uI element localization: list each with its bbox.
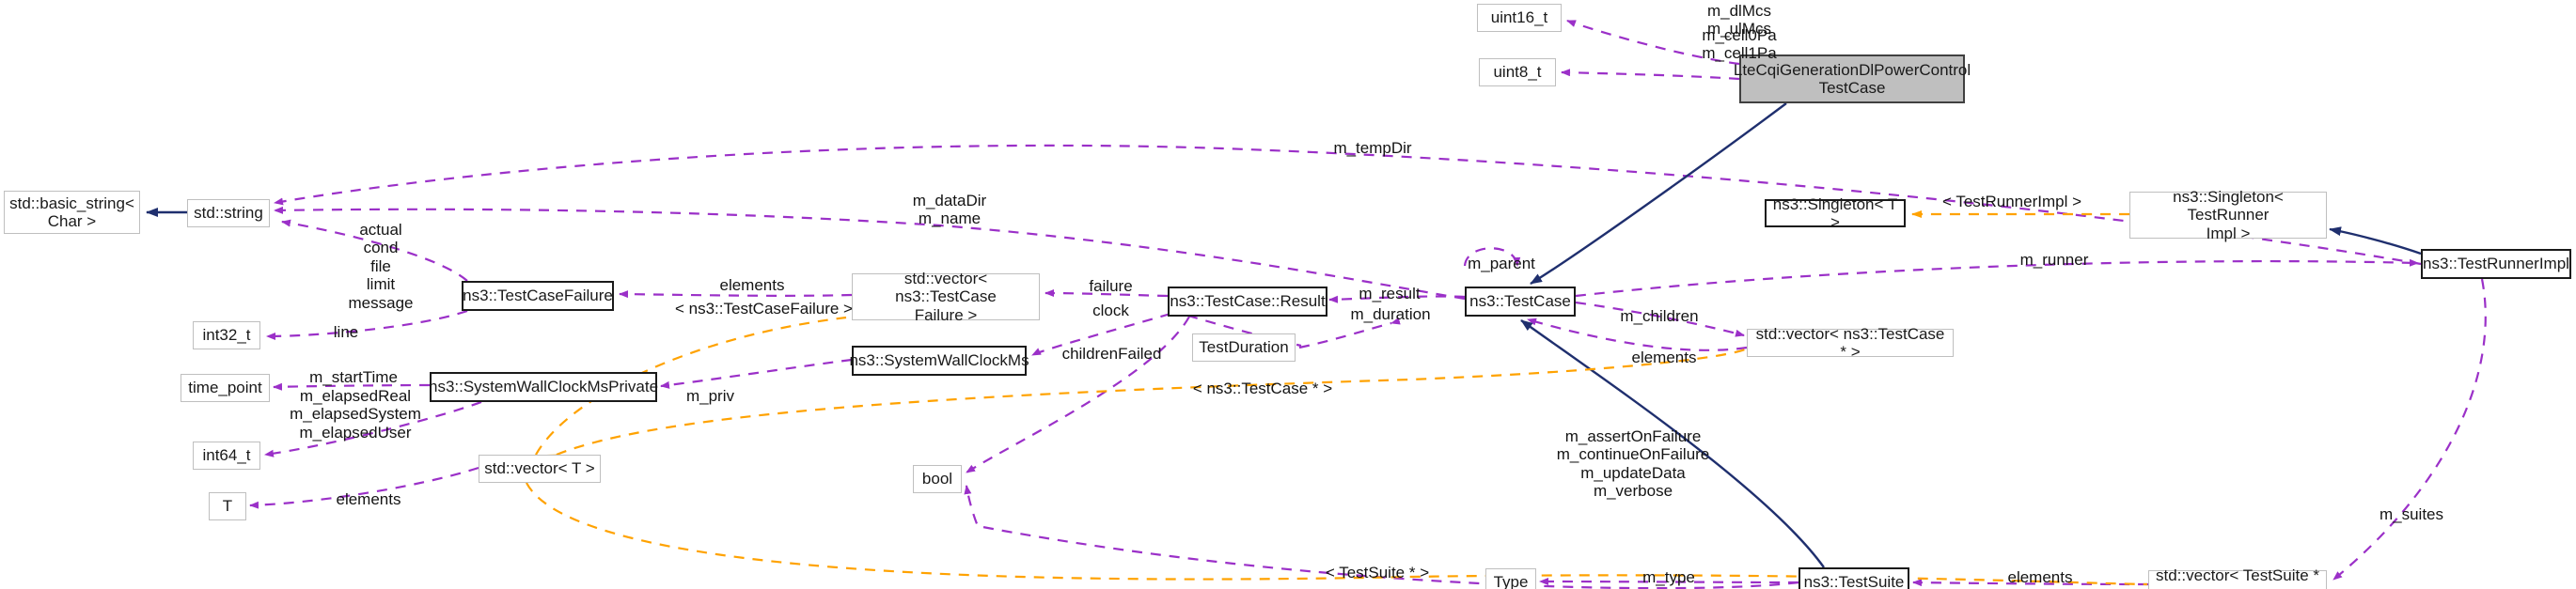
- node-ns3-testcase[interactable]: ns3::TestCase: [1465, 287, 1576, 317]
- edge-label-elements-testsuite-ptr: elements: [2007, 568, 2073, 586]
- edge-label-m-suites: m_suites: [2379, 505, 2444, 523]
- edge-label-elements-t: elements: [336, 490, 401, 508]
- edge-label-m-dlmcs: m_dlMcs m_ulMcs: [1706, 2, 1771, 39]
- node-int32-t[interactable]: int32_t: [193, 321, 260, 349]
- edge-label-elements-testcasefailure: elements: [719, 276, 785, 294]
- node-ns3-systemwallclockms[interactable]: ns3::SystemWallClockMs: [849, 346, 1029, 376]
- edge-label-m-parent: m_parent: [1468, 255, 1535, 272]
- node-int64-t[interactable]: int64_t: [193, 442, 260, 470]
- edge-label-ns3-testcasefailure-template: < ns3::TestCaseFailure >: [675, 300, 853, 318]
- node-std-string[interactable]: std::string: [187, 199, 270, 227]
- edge-label-testrunnerimpl-template: < TestRunnerImpl >: [1941, 193, 2082, 210]
- node-bool[interactable]: bool: [913, 465, 962, 493]
- node-std-vector-testcasefailure[interactable]: std::vector< ns3::TestCase Failure >: [852, 270, 1040, 324]
- node-std-vector-testcase-ptr[interactable]: std::vector< ns3::TestCase * >: [1747, 325, 1954, 361]
- edge-label-m-runner: m_runner: [2019, 251, 2089, 269]
- node-ltecqigenerationdlpowercontroltestcase[interactable]: LteCqiGenerationDlPowerControl TestCase: [1734, 54, 1971, 103]
- edge-label-childrenfailed: childrenFailed: [1061, 345, 1162, 363]
- node-uint8-t[interactable]: uint8_t: [1479, 58, 1556, 86]
- edge-label-clock: clock: [1092, 302, 1129, 319]
- collaboration-diagram: uint16_t uint8_t LteCqiGenerationDlPower…: [0, 0, 2576, 589]
- node-testduration[interactable]: TestDuration: [1192, 333, 1296, 362]
- edge-label-m-duration: m_duration: [1350, 305, 1431, 323]
- edge-label-m-children: m_children: [1620, 307, 1699, 325]
- node-ns3-testsuite[interactable]: ns3::TestSuite: [1798, 567, 1909, 589]
- edge-label-line: line: [333, 323, 359, 341]
- edge-label-m-starttime: m_startTime: [309, 368, 398, 386]
- edge-label-m-priv: m_priv: [685, 387, 734, 405]
- node-std-basic-string[interactable]: std::basic_string< Char >: [4, 191, 140, 234]
- node-std-vector-testsuite-ptr[interactable]: std::vector< TestSuite * >: [2148, 566, 2327, 589]
- node-t[interactable]: T: [209, 492, 246, 520]
- node-ns3-systemwallclockmsprivate[interactable]: ns3::SystemWallClockMsPrivate: [429, 372, 658, 402]
- edge-label-actual-cond-file-limit-message: actual cond file limit message: [348, 221, 414, 312]
- edge-label-testsuite-ptr-template: < TestSuite * >: [1325, 564, 1430, 581]
- node-uint16-t[interactable]: uint16_t: [1477, 4, 1562, 32]
- edge-label-m-result: m_result: [1359, 285, 1421, 302]
- node-ns3-singleton-t[interactable]: ns3::Singleton< T >: [1765, 195, 1906, 231]
- node-std-vector-t[interactable]: std::vector< T >: [479, 455, 601, 483]
- edge-label-m-type: m_type: [1642, 568, 1695, 586]
- node-ns3-testcase-result[interactable]: ns3::TestCase::Result: [1168, 287, 1327, 317]
- node-ns3-singleton-testrunnerimpl[interactable]: ns3::Singleton< TestRunner Impl >: [2129, 188, 2327, 242]
- edge-label-m-assertonfailure: m_assertOnFailure m_continueOnFailure m_…: [1556, 427, 1710, 501]
- edge-label-failure: failure: [1089, 277, 1133, 295]
- edge-label-m-datadir: m_dataDir m_name: [912, 192, 987, 228]
- node-ns3-testcasefailure[interactable]: ns3::TestCaseFailure: [462, 281, 614, 311]
- edge-label-m-tempdir: m_tempDir: [1333, 139, 1412, 157]
- edge-label-m-elapsed: m_elapsedReal m_elapsedSystem m_elapsedU…: [290, 387, 421, 442]
- node-ns3-testrunnerimpl[interactable]: ns3::TestRunnerImpl: [2421, 249, 2571, 279]
- edge-label-elements-testcase-ptr: elements: [1631, 349, 1697, 366]
- node-type[interactable]: Type: [1485, 568, 1536, 589]
- node-time-point[interactable]: time_point: [181, 374, 270, 402]
- edge-label-ns3-testcase-ptr-template: < ns3::TestCase * >: [1192, 380, 1333, 397]
